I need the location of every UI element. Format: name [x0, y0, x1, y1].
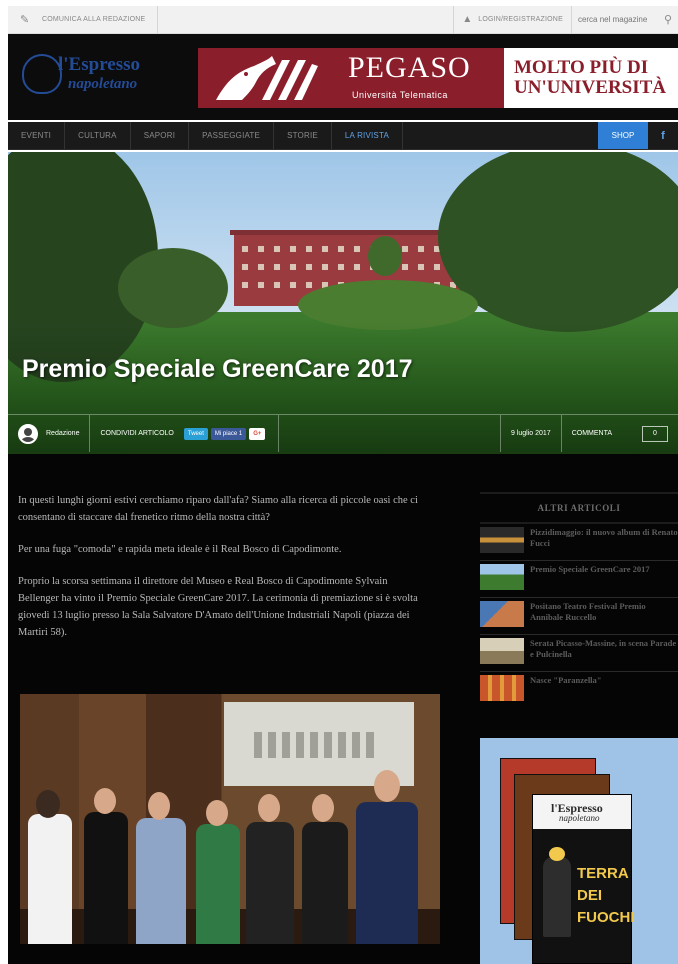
author-cell[interactable]: Redazione [8, 415, 91, 452]
google-plus-button[interactable]: G+ [249, 427, 266, 440]
article-paragraph: In questi lunghi giorni estivi cerchiamo… [18, 495, 418, 523]
sidebar-article[interactable]: Premio Speciale GreenCare 2017 [480, 564, 678, 598]
logo-line-1: l'Espresso [58, 54, 141, 75]
article-thumbnail [480, 675, 524, 701]
user-icon: ▲ [462, 14, 473, 25]
banner-slogan-line-1: MOLTO PIÙ DI [514, 57, 649, 78]
article-date: 9 luglio 2017 [501, 415, 562, 452]
firefighter-figure [543, 847, 571, 937]
magazine-headline-3: FUOCHI [577, 909, 635, 926]
sidebar-other-articles: ALTRI ARTICOLI Pizzidimaggio: il nuovo a… [480, 492, 678, 709]
banner-brand-sub: Università Telematica [352, 90, 448, 100]
main-nav: EVENTI CULTURA SAPORI PASSEGGIATE STORIE… [8, 122, 678, 150]
sidebar-article-title: Nasce "Paranzella" [530, 675, 602, 685]
nav-item-sapori[interactable]: SAPORI [131, 122, 190, 149]
author-avatar [18, 423, 38, 444]
page: ✎ COMUNICA ALLA REDAZIONE ▲ LOGIN/REGIST… [0, 0, 678, 964]
search-input[interactable] [577, 15, 658, 24]
article-body-section: In questi lunghi giorni estivi cerchiamo… [8, 454, 678, 964]
article-thumbnail [480, 638, 524, 664]
top-utility-bar: ✎ COMUNICA ALLA REDAZIONE ▲ LOGIN/REGIST… [8, 6, 678, 34]
facebook-like-button[interactable]: Mi piace 1 [210, 427, 247, 440]
contact-editorial-link[interactable]: ✎ COMUNICA ALLA REDAZIONE [8, 6, 159, 33]
share-label: CONDIVIDI ARTICOLO [100, 430, 174, 437]
banner-red-panel: PEGASO Università Telematica [198, 48, 504, 108]
article-title: Premio Speciale GreenCare 2017 [22, 355, 413, 383]
sidebar-article[interactable]: Pizzidimaggio: il nuovo album di Renato … [480, 527, 678, 561]
login-link[interactable]: ▲ LOGIN/REGISTRAZIONE [453, 6, 571, 33]
article-thumbnail [480, 564, 524, 590]
magazine-logo-2: napoletano [559, 813, 600, 823]
article-meta-bar: Redazione CONDIVIDI ARTICOLO Tweet Mi pi… [8, 414, 678, 452]
banner-brand: PEGASO [348, 51, 471, 84]
pegaso-ad-banner[interactable]: PEGASO Università Telematica MOLTO PIÙ D… [198, 48, 678, 108]
search-box: ⚲ [570, 6, 678, 33]
pegasus-horse-icon [216, 56, 318, 100]
article-thumbnail [480, 601, 524, 627]
share-cell: CONDIVIDI ARTICOLO Tweet Mi piace 1 G+ [90, 415, 280, 452]
comments-count: 0 [642, 425, 668, 442]
logo-line-2: napoletano [68, 76, 138, 92]
sidebar-article[interactable]: Nasce "Paranzella" [480, 675, 678, 709]
magazine-cover-promo[interactable]: l'Espresso napoletano TERRA DEI FUOCHI [480, 738, 678, 964]
shop-button[interactable]: SHOP [598, 122, 648, 149]
nav-item-cultura[interactable]: CULTURA [65, 122, 131, 149]
site-logo[interactable]: l'Espresso napoletano [22, 48, 172, 102]
search-icon[interactable]: ⚲ [664, 13, 672, 26]
sidebar-article-title: Serata Picasso-Massine, in scena Parade … [530, 638, 677, 659]
magazine-headline-1: TERRA [577, 865, 629, 882]
author-name: Redazione [46, 430, 80, 437]
banner-white-panel: MOLTO PIÙ DI UN'UNIVERSITÀ [504, 48, 678, 108]
magazine-headline-2: DEI [577, 887, 603, 904]
nav-item-passeggiate[interactable]: PASSEGGIATE [189, 122, 275, 149]
comments-cell[interactable]: COMMENTA 0 [562, 415, 678, 452]
article-paragraph: Per una fuga "comoda" e rapida meta idea… [18, 544, 342, 555]
sidebar-header: ALTRI ARTICOLI [480, 492, 678, 524]
tree-left-mid [118, 248, 228, 328]
hero-image: Premio Speciale GreenCare 2017 Redazione… [8, 152, 678, 454]
magazine-front-cover: l'Espresso napoletano TERRA DEI FUOCHI [532, 794, 635, 964]
coffee-cup-icon [22, 54, 62, 94]
sidebar-article[interactable]: Positano Teatro Festival Premio Annibale… [480, 601, 678, 635]
tweet-button[interactable]: Tweet [183, 427, 208, 440]
comments-label: COMMENTA [571, 430, 612, 437]
banner-slogan-line-2: UN'UNIVERSITÀ [514, 77, 667, 98]
contact-editorial-label: COMUNICA ALLA REDAZIONE [42, 16, 146, 23]
nav-item-storie[interactable]: STORIE [274, 122, 332, 149]
award-ceremony-photo [20, 694, 440, 944]
palm-tree [368, 236, 402, 276]
article-thumbnail [480, 527, 524, 553]
article-content: In questi lunghi giorni estivi cerchiamo… [18, 492, 420, 656]
site-header: l'Espresso napoletano PEGASO Università … [8, 34, 678, 120]
nav-item-eventi[interactable]: EVENTI [8, 122, 66, 149]
nav-item-la-rivista[interactable]: LA RIVISTA [332, 122, 403, 149]
article-paragraph: Proprio la scorsa settimana il direttore… [18, 576, 418, 638]
sidebar-article[interactable]: Serata Picasso-Massine, in scena Parade … [480, 638, 678, 672]
facebook-icon[interactable]: f [648, 122, 678, 149]
login-label: LOGIN/REGISTRAZIONE [478, 16, 563, 23]
sidebar-article-title: Pizzidimaggio: il nuovo album di Renato … [530, 527, 678, 548]
sidebar-article-title: Positano Teatro Festival Premio Annibale… [530, 601, 646, 622]
pencil-icon: ✎ [20, 14, 30, 26]
sidebar-article-title: Premio Speciale GreenCare 2017 [530, 564, 650, 574]
